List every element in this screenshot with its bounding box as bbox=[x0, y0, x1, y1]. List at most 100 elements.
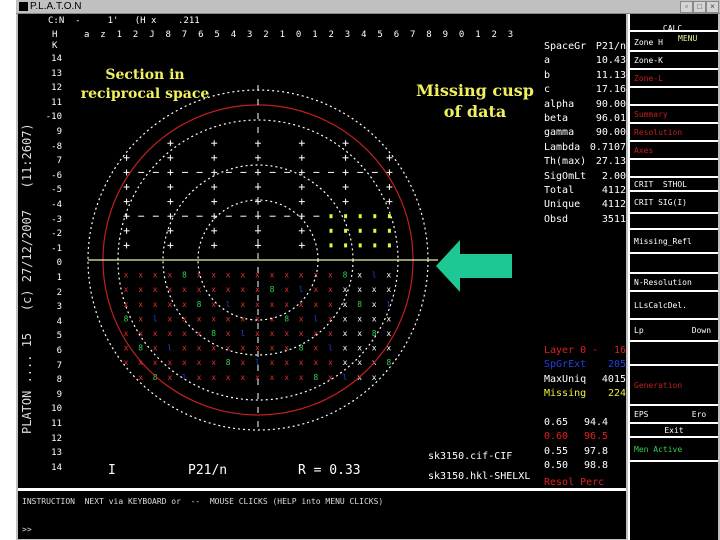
layer-value: 16 bbox=[613, 345, 626, 356]
perc-value: 96.5 bbox=[584, 431, 609, 443]
grid-mark bbox=[371, 171, 378, 173]
reflection-mark: 8 bbox=[211, 329, 216, 338]
minimize-button[interactable]: ▫ bbox=[680, 1, 693, 13]
arrow-icon bbox=[436, 240, 512, 292]
sidebar-button-zone-h[interactable]: Zone H bbox=[630, 34, 718, 52]
grid-mark bbox=[345, 198, 347, 205]
reflection-mark: x bbox=[313, 329, 318, 338]
reflection-mark: x bbox=[299, 314, 304, 323]
grid-mark bbox=[126, 184, 128, 190]
sidebar-button-crit-sthol[interactable]: CRIT STHOL bbox=[630, 178, 718, 192]
reflection-mark: x bbox=[124, 285, 129, 294]
reflection-mark: x bbox=[240, 285, 245, 294]
reflection-mark: x bbox=[299, 329, 304, 338]
grid-mark bbox=[138, 171, 145, 173]
reflection-mark: x bbox=[138, 373, 143, 382]
reflection-mark: x bbox=[270, 271, 275, 280]
reflection-mark: x bbox=[284, 300, 289, 309]
reflection-mark: x bbox=[255, 329, 260, 338]
hkl-file-label[interactable]: sk3150.hkl-SHELXL bbox=[428, 470, 530, 483]
sidebar-button-crit-sig-i[interactable]: CRIT SIG(I) bbox=[630, 192, 718, 214]
grid-mark bbox=[152, 171, 159, 173]
reflection-mark: x bbox=[153, 300, 158, 309]
info-label: Unique bbox=[544, 199, 581, 211]
sidebar-button-exit[interactable]: Exit bbox=[630, 424, 718, 438]
info-value: 2.00 bbox=[601, 170, 626, 182]
reflection-mark: x bbox=[153, 358, 158, 367]
grid-mark bbox=[345, 169, 347, 176]
sidebar-button-summary[interactable]: Summary bbox=[630, 106, 718, 124]
reflection-mark: x bbox=[138, 271, 143, 280]
reflection-mark: x bbox=[153, 329, 158, 338]
layer-value: 224 bbox=[607, 388, 626, 400]
reflection-mark: x bbox=[328, 358, 333, 367]
grid-mark bbox=[126, 242, 128, 249]
sidebar-button-zone-k[interactable]: Zone-K bbox=[630, 52, 718, 70]
reflection-mark: x bbox=[211, 285, 216, 294]
reflection-mark: x bbox=[138, 285, 143, 294]
reflection-mark: l bbox=[153, 314, 158, 323]
sidebar-button-eps-ero[interactable]: EPS Ero bbox=[630, 406, 718, 424]
sidebar-button-men-active[interactable]: Men Active bbox=[630, 438, 718, 462]
info-value: 17.16 bbox=[595, 84, 626, 96]
reflection-mark: l bbox=[328, 344, 333, 353]
sidebar-button-n-resolution[interactable]: N-Resolution bbox=[630, 274, 718, 292]
missing-reflection bbox=[358, 214, 362, 219]
sidebar-button-axes[interactable]: Axes bbox=[630, 142, 718, 160]
info-value: 96.01 bbox=[595, 113, 626, 124]
grid-mark bbox=[169, 154, 171, 161]
missing-reflection bbox=[387, 214, 391, 219]
reflection-mark: x bbox=[167, 271, 172, 280]
reflection-mark: x bbox=[343, 344, 348, 353]
reflection-mark: x bbox=[167, 358, 172, 367]
cif-file-label[interactable]: sk3150.cif-CIF bbox=[428, 450, 512, 463]
spacegroup-status: P21/n bbox=[188, 463, 228, 478]
grid-mark bbox=[138, 215, 145, 217]
close-button[interactable]: × bbox=[706, 1, 719, 13]
reflection-mark: x bbox=[299, 373, 304, 382]
main-canvas[interactable]: C:N - 1' (H x .211 H az12J87654321012345… bbox=[18, 14, 626, 488]
grid-mark bbox=[284, 215, 291, 217]
reflection-mark: x bbox=[182, 285, 187, 294]
sidebar-button-zone-l[interactable]: Zone-L bbox=[630, 70, 718, 88]
reflection-mark: x bbox=[357, 271, 362, 280]
sidebar-button-blank bbox=[630, 254, 718, 274]
grid-mark bbox=[196, 171, 203, 173]
console-area[interactable]: INSTRUCTION NEXT via KEYBOARD or -- MOUS… bbox=[18, 488, 626, 539]
reflection-mark: x bbox=[240, 314, 245, 323]
reflection-mark: x bbox=[182, 329, 187, 338]
maximize-button[interactable]: □ bbox=[693, 1, 706, 13]
sidebar-button-resolution[interactable]: Resolution bbox=[630, 124, 718, 142]
grid-mark bbox=[213, 198, 215, 205]
title-bar[interactable]: P.L.A.T.O.N ▫ □ × bbox=[16, 0, 720, 14]
grid-mark bbox=[182, 215, 188, 217]
reflection-mark: x bbox=[211, 373, 216, 382]
reflection-mark: l bbox=[343, 373, 348, 382]
reflection-mark: 8 bbox=[124, 314, 129, 323]
reflection-mark: x bbox=[167, 329, 172, 338]
reflection-mark: x bbox=[226, 329, 231, 338]
reflection-mark: x bbox=[270, 373, 275, 382]
calc-label: CALC bbox=[662, 24, 683, 33]
reflection-mark: x bbox=[153, 285, 158, 294]
reflection-mark: x bbox=[167, 285, 172, 294]
sidebar-button-missing-refl[interactable]: Missing_Refl bbox=[630, 230, 718, 254]
info-value: 0.7107 bbox=[589, 141, 626, 153]
reflection-mark: x bbox=[226, 314, 231, 323]
reflection-mark: x bbox=[357, 314, 362, 323]
reflection-mark: x bbox=[124, 329, 129, 338]
reflection-mark: x bbox=[284, 373, 289, 382]
sidebar-button-llscalcdel[interactable]: LLsCalcDel. bbox=[630, 292, 718, 320]
grid-mark bbox=[213, 227, 215, 234]
sidebar-button-generation[interactable]: Generation bbox=[630, 366, 718, 406]
reflection-mark: x bbox=[343, 300, 348, 309]
grid-mark bbox=[345, 154, 347, 161]
command-prompt[interactable]: >> bbox=[22, 525, 32, 535]
grid-mark bbox=[313, 171, 320, 173]
grid-mark bbox=[301, 154, 303, 161]
grid-mark bbox=[169, 140, 171, 147]
reflection-mark: x bbox=[328, 314, 333, 323]
sidebar-button-lp-down[interactable]: Lp Down bbox=[630, 320, 718, 342]
reflection-mark: x bbox=[386, 285, 391, 294]
info-value: 27.13 bbox=[595, 156, 626, 168]
